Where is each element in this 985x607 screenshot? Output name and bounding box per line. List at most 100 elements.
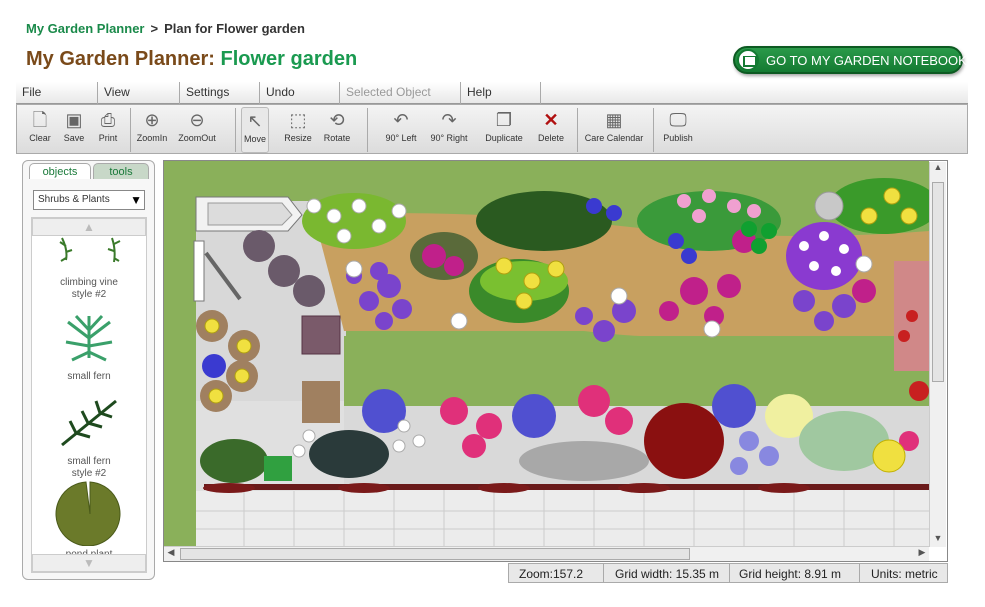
resize-label: Resize <box>284 133 312 143</box>
scroll-up-arrow-icon[interactable]: ▲ <box>930 162 946 176</box>
clear-button[interactable]: 🗋 Clear <box>23 107 57 153</box>
clear-label: Clear <box>29 133 51 143</box>
care-calendar-label: Care Calendar <box>584 133 644 143</box>
palette-item-label: small fern <box>67 456 111 467</box>
zoom-status: Zoom:157.2 <box>519 567 584 581</box>
grass-clump <box>200 439 268 483</box>
notebook-icon <box>737 49 759 71</box>
print-button[interactable]: ⎙ Print <box>91 107 125 153</box>
palette-item-label: small fern <box>67 371 111 382</box>
small-fern-icon <box>65 314 113 362</box>
delete-button[interactable]: ✕ Delete <box>533 107 569 153</box>
status-bar: Zoom:157.2 Grid width: 15.35 m Grid heig… <box>508 563 948 583</box>
bench-top <box>207 202 293 226</box>
zoom-in-icon: ⊕ <box>144 110 160 130</box>
sundial <box>814 191 844 221</box>
garden-plan-drawing[interactable] <box>164 161 929 546</box>
zoom-in-button[interactable]: ⊕ ZoomIn <box>132 107 172 153</box>
palette-item-climbing-vine-2[interactable]: climbing vine style #2 <box>32 236 146 301</box>
horizontal-scroll-thumb[interactable] <box>180 548 690 560</box>
tab-objects[interactable]: objects <box>29 163 91 179</box>
vertical-scroll-thumb[interactable] <box>932 182 944 382</box>
palette-item-pond-plant[interactable]: pond plant <box>32 480 146 561</box>
publish-button[interactable]: 🖵 Publish <box>659 107 697 153</box>
horizontal-scrollbar[interactable]: ◀ ▶ <box>164 546 929 561</box>
rotate-tool-button[interactable]: ⟲ Rotate <box>319 107 355 153</box>
rotate-right-button[interactable]: ↷ 90° Right <box>425 107 473 153</box>
scroll-right-arrow-icon[interactable]: ▶ <box>915 547 929 561</box>
rotate-label: Rotate <box>323 133 351 143</box>
tab-tools[interactable]: tools <box>93 163 149 179</box>
duplicate-icon: ❐ <box>495 110 513 130</box>
go-to-notebook-button[interactable]: GO TO MY GARDEN NOTEBOOK <box>733 46 967 74</box>
square-planter-2 <box>302 381 340 423</box>
save-label: Save <box>63 133 85 143</box>
object-panel: objects tools Shrubs & Plants ▼ ▲ climbi… <box>22 160 155 580</box>
dark-fern <box>309 430 389 478</box>
vertical-scrollbar[interactable]: ▲ ▼ <box>929 162 946 547</box>
front-edging <box>204 484 929 490</box>
printer-icon: ⎙ <box>100 110 116 130</box>
page-title-plan-name: Flower garden <box>220 48 358 70</box>
garden-canvas[interactable] <box>163 160 948 562</box>
page-title-prefix: My Garden Planner: <box>26 48 215 70</box>
monitor-icon: 🖵 <box>669 110 687 130</box>
print-label: Print <box>98 133 118 143</box>
menu-file[interactable]: File <box>16 82 98 104</box>
zoom-in-label: ZoomIn <box>136 133 168 143</box>
save-button[interactable]: ▣ Save <box>57 107 91 153</box>
breadcrumb-separator: > <box>150 21 159 36</box>
units-status[interactable]: Units: metric <box>871 567 938 581</box>
go-to-notebook-label: GO TO MY GARDEN NOTEBOOK <box>766 53 967 68</box>
move-label: Move <box>243 134 266 144</box>
central-lawn <box>344 336 929 406</box>
care-calendar-button[interactable]: ▦ Care Calendar <box>581 107 647 153</box>
rotate-left-label: 90° Left <box>385 133 417 143</box>
menu-help[interactable]: Help <box>461 82 541 104</box>
breadcrumb-current: Plan for Flower garden <box>164 21 305 36</box>
pond-plant-icon <box>55 481 121 547</box>
rotate-right-icon: ↷ <box>441 110 457 130</box>
delete-icon: ✕ <box>543 110 559 130</box>
palette-scroll-up-button[interactable]: ▲ <box>32 218 146 236</box>
palette-item-small-fern[interactable]: small fern <box>32 308 146 383</box>
cursor-icon: ↖ <box>247 111 263 131</box>
scroll-left-arrow-icon[interactable]: ◀ <box>164 547 178 561</box>
bottom-path <box>196 486 929 546</box>
rotate-left-button[interactable]: ↶ 90° Left <box>379 107 423 153</box>
yellow-hibiscus <box>872 439 906 473</box>
menu-undo[interactable]: Undo <box>260 82 340 104</box>
toolbar: 🗋 Clear ▣ Save ⎙ Print ⊕ ZoomIn ⊖ ZoomOu… <box>16 104 968 154</box>
grid-height-status: Grid height: 8.91 m <box>739 567 842 581</box>
menu-view[interactable]: View <box>98 82 180 104</box>
stepping-stone-area <box>519 441 649 481</box>
trellis-post <box>193 240 205 302</box>
palette-item-label-line2: style #2 <box>71 289 107 300</box>
floppy-icon: ▣ <box>65 110 83 130</box>
red-shrub <box>644 403 724 479</box>
palette-scroll-down-button[interactable]: ▼ <box>32 554 146 572</box>
resize-tool-button[interactable]: ⬚ Resize <box>281 107 315 153</box>
menu-selected-object[interactable]: Selected Object <box>340 82 461 104</box>
square-planter <box>301 315 341 355</box>
breadcrumb-home-link[interactable]: My Garden Planner <box>26 21 144 36</box>
grid-width-status: Grid width: 15.35 m <box>615 567 720 581</box>
palette-item-small-fern-2[interactable]: small fern style #2 <box>32 393 146 480</box>
zoom-out-label: ZoomOut <box>178 133 216 143</box>
move-tool-button[interactable]: ↖ Move <box>241 107 269 153</box>
category-select[interactable]: Shrubs & Plants ▼ <box>33 190 145 210</box>
category-select-value: Shrubs & Plants <box>38 194 110 205</box>
zoom-out-icon: ⊖ <box>189 110 205 130</box>
palette-item-label: climbing vine <box>60 277 118 288</box>
zoom-out-button[interactable]: ⊖ ZoomOut <box>174 107 220 153</box>
duplicate-button[interactable]: ❐ Duplicate <box>481 107 527 153</box>
rotate-right-label: 90° Right <box>430 133 468 143</box>
palette-item-label-line2: style #2 <box>71 468 107 479</box>
menu-settings[interactable]: Settings <box>180 82 260 104</box>
publish-label: Publish <box>663 133 693 143</box>
breadcrumb: My Garden Planner > Plan for Flower garden <box>26 21 305 36</box>
climbing-vine-icon <box>59 237 121 263</box>
object-palette: ▲ climbing vine style #2 small fern smal… <box>31 217 147 573</box>
scroll-down-arrow-icon[interactable]: ▼ <box>930 533 946 547</box>
rotate-left-icon: ↶ <box>393 110 409 130</box>
